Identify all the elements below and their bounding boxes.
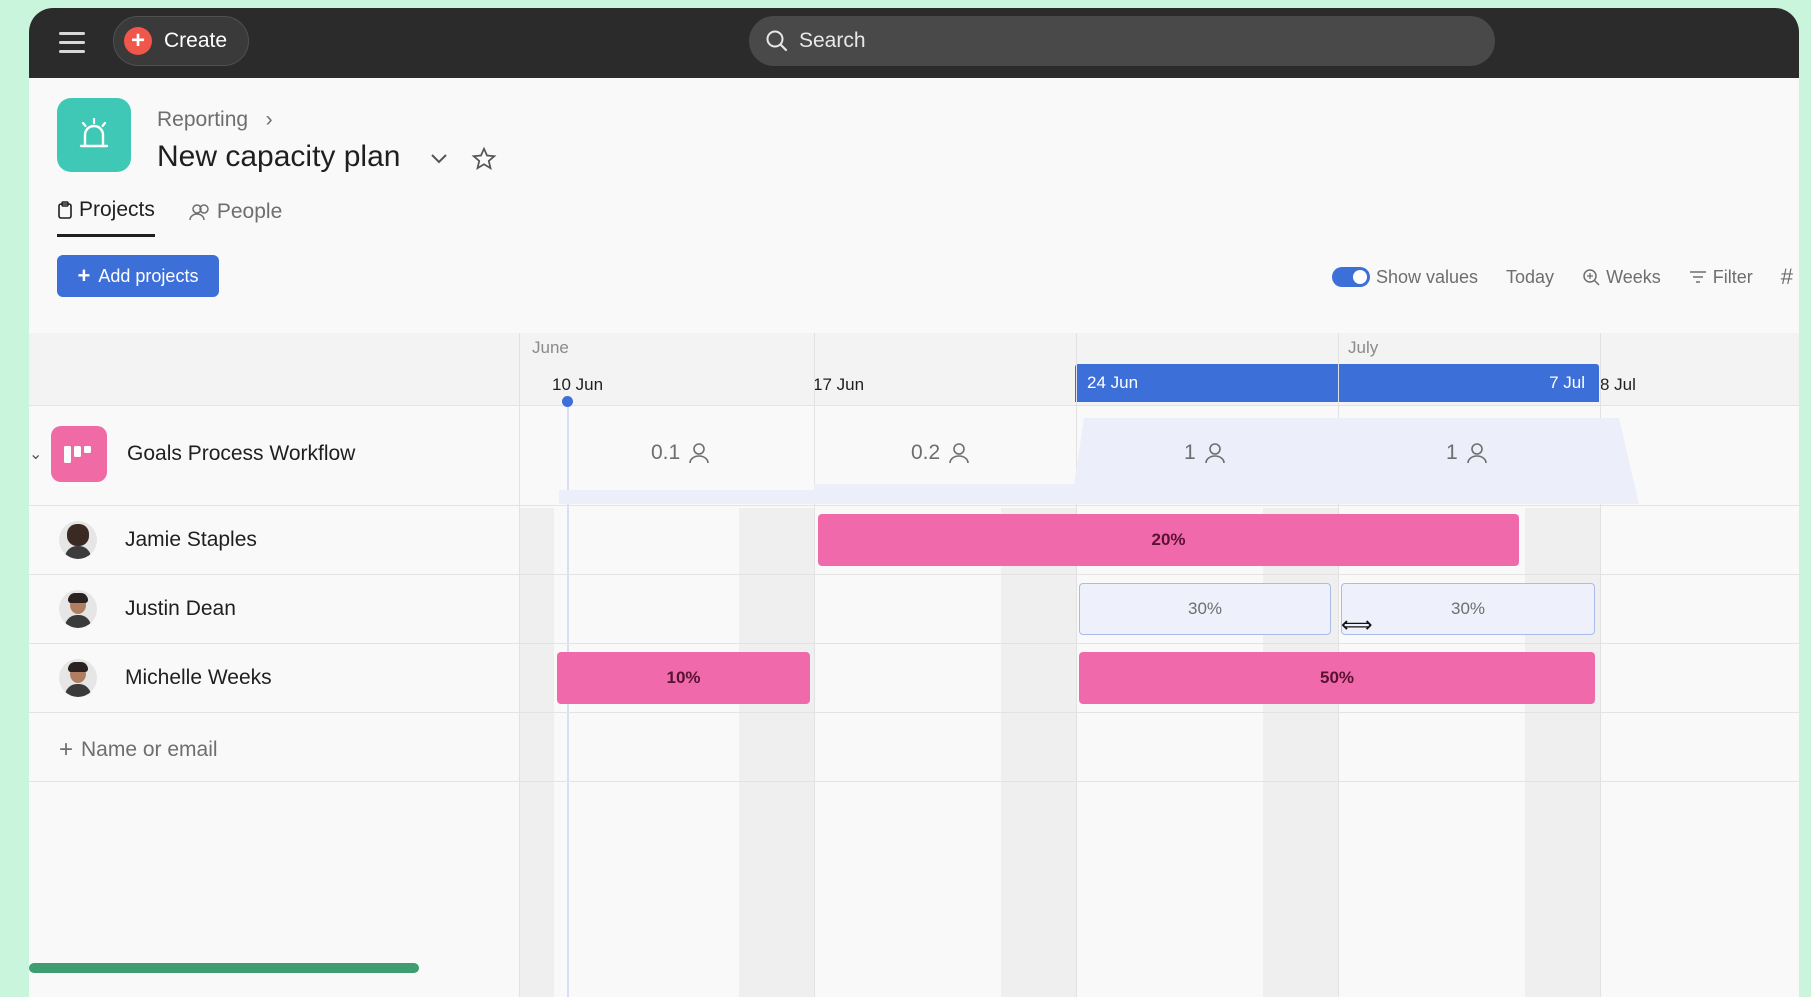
weekly-load: 0.2 — [911, 441, 970, 465]
person-icon — [1466, 443, 1487, 464]
person-row[interactable]: Jamie Staples — [29, 521, 257, 559]
weekend-shade — [1525, 508, 1600, 997]
avatar — [59, 590, 97, 628]
row-divider — [29, 643, 1799, 644]
today-marker — [562, 396, 573, 407]
show-values-toggle[interactable]: Show values — [1331, 266, 1479, 288]
allocation-bar[interactable]: 30% — [1341, 583, 1595, 635]
week-label: 8 Jul — [1600, 375, 1636, 394]
tab-projects-label: Projects — [79, 198, 155, 221]
view-toolbar: Show values Today Weeks Filter # — [1331, 264, 1793, 290]
search-input[interactable]: Search — [749, 16, 1495, 66]
row-divider — [29, 781, 1799, 782]
tab-people-label: People — [216, 199, 283, 223]
tab-people[interactable]: People — [189, 198, 282, 237]
search-placeholder: Search — [799, 29, 866, 52]
create-label: Create — [164, 29, 228, 52]
breadcrumb-reporting[interactable]: Reporting — [157, 108, 248, 131]
weekly-load-value: 1 — [1184, 441, 1196, 464]
weekly-load-value: 1 — [1446, 441, 1458, 464]
weekend-shade — [1263, 508, 1338, 997]
chevron-down-icon[interactable] — [429, 152, 449, 166]
breadcrumb[interactable]: Reporting › — [157, 108, 273, 132]
avatar — [59, 521, 97, 559]
person-name: Jamie Staples — [125, 528, 257, 551]
allocation-bar[interactable]: 10% — [557, 652, 810, 704]
top-bar: + Create Search — [29, 8, 1799, 78]
allocation-bar[interactable]: 30% — [1079, 583, 1331, 635]
menu-icon[interactable] — [59, 32, 85, 54]
resize-cursor-icon: ⟺ — [1341, 612, 1373, 637]
person-icon — [949, 443, 970, 464]
selected-week-range[interactable]: 24 Jun 7 Jul — [1075, 364, 1599, 402]
week-label: 7 Jul — [1549, 373, 1585, 392]
search-icon — [766, 30, 788, 52]
project-row[interactable]: Goals Process Workflow — [29, 426, 355, 482]
person-icon — [689, 443, 710, 464]
horizontal-scrollbar[interactable] — [29, 963, 419, 973]
month-label: July — [1348, 338, 1379, 357]
tab-projects[interactable]: Projects — [57, 198, 155, 237]
show-values-label: Show values — [1375, 266, 1479, 287]
weekly-load: 1 — [1184, 441, 1226, 465]
avatar — [59, 659, 97, 697]
month-label: June — [532, 338, 569, 357]
weeks-zoom-button[interactable]: Weeks — [1582, 267, 1661, 288]
person-name: Michelle Weeks — [125, 666, 272, 689]
project-name: Goals Process Workflow — [127, 442, 356, 465]
project-board-icon — [51, 426, 107, 482]
row-divider — [29, 712, 1799, 713]
filter-icon — [1689, 271, 1706, 283]
row-divider — [29, 574, 1799, 575]
person-row[interactable]: Michelle Weeks — [29, 659, 272, 697]
weekend-shade — [739, 508, 814, 997]
weekly-load: 1 — [1446, 441, 1488, 465]
plus-icon: + — [77, 263, 91, 288]
tab-bar: Projects People — [57, 198, 282, 237]
star-icon[interactable] — [471, 146, 497, 172]
create-button[interactable]: + Create — [113, 16, 249, 66]
more-options-button[interactable]: # — [1781, 264, 1793, 290]
filter-label: Filter — [1712, 266, 1753, 287]
plus-icon: + — [124, 27, 152, 55]
weekend-shade — [1001, 508, 1076, 997]
capacity-plan-icon — [57, 98, 131, 172]
more-label: # — [1780, 264, 1793, 289]
people-icon — [189, 203, 209, 220]
today-label: Today — [1506, 266, 1555, 287]
add-projects-label: Add projects — [98, 265, 199, 286]
weeks-label: Weeks — [1606, 266, 1661, 287]
week-label: 10 Jun — [552, 375, 604, 394]
add-projects-button[interactable]: + Add projects — [57, 255, 219, 297]
person-row[interactable]: Justin Dean — [29, 590, 236, 628]
weekly-load-value: 0.1 — [651, 441, 681, 464]
add-person-placeholder: Name or email — [81, 738, 218, 761]
allocation-bar[interactable]: 20% — [818, 514, 1519, 566]
row-divider — [29, 505, 1799, 506]
filter-button[interactable]: Filter — [1689, 267, 1753, 288]
person-name: Justin Dean — [125, 597, 236, 620]
app-window: + Create Search Reporting › New capacity… — [29, 8, 1799, 997]
weekly-load-value: 0.2 — [911, 441, 941, 464]
grid-line — [519, 333, 520, 997]
toggle-switch[interactable] — [1331, 267, 1370, 287]
today-button[interactable]: Today — [1506, 267, 1554, 288]
week-label: 17 Jun — [813, 375, 865, 394]
add-person-input[interactable]: + Name or email — [59, 736, 218, 764]
week-label: 24 Jun — [1087, 373, 1139, 392]
chevron-right-icon: › — [253, 108, 273, 131]
person-icon — [1204, 443, 1225, 464]
zoom-icon — [1583, 269, 1600, 286]
plus-icon: + — [59, 736, 74, 763]
weekend-shade — [519, 508, 554, 997]
page-title: New capacity plan — [157, 140, 401, 173]
clipboard-icon — [58, 201, 72, 219]
allocation-bar[interactable]: 50% — [1079, 652, 1595, 704]
weekly-load: 0.1 — [651, 441, 710, 465]
